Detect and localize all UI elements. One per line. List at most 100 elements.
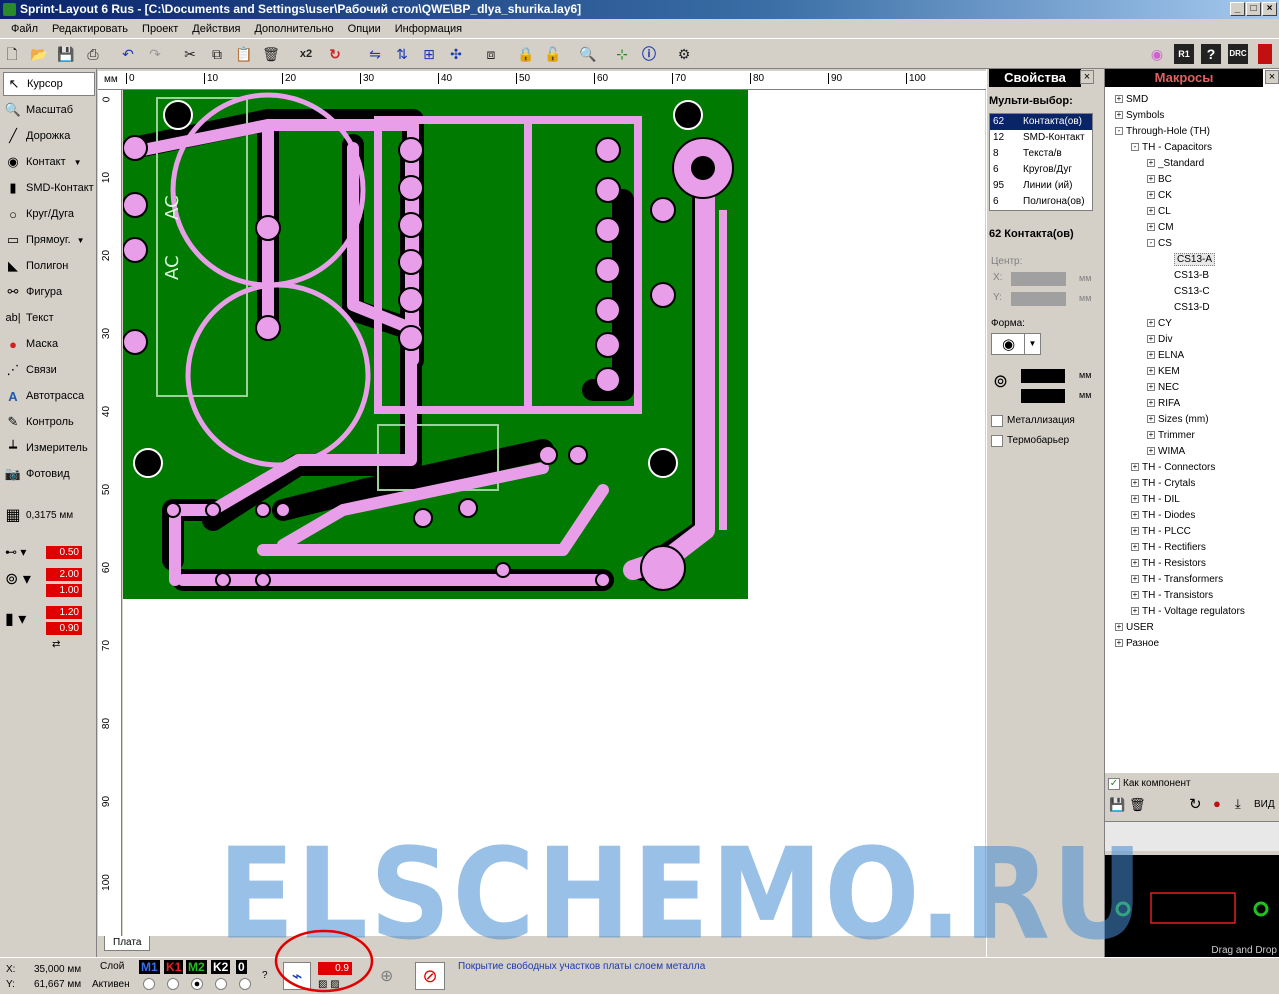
- menu-actions[interactable]: Действия: [185, 23, 247, 35]
- expand-icon[interactable]: +: [1147, 367, 1155, 376]
- zoom-area-icon[interactable]: ⊹: [612, 44, 632, 64]
- metallization-checkbox[interactable]: [991, 415, 1003, 427]
- tree-item[interactable]: + KEM: [1147, 366, 1180, 377]
- print-icon[interactable]: ⎙: [83, 44, 103, 64]
- tree-item[interactable]: + TH - Voltage regulators: [1131, 606, 1245, 617]
- tree-item[interactable]: - CS: [1147, 238, 1172, 249]
- undo-icon[interactable]: ↶: [118, 44, 138, 64]
- center-y-field[interactable]: [1011, 292, 1066, 306]
- menu-edit[interactable]: Редактировать: [45, 23, 135, 35]
- tool-track[interactable]: ╱ Дорожка: [3, 124, 95, 148]
- minimize-button[interactable]: _: [1230, 2, 1245, 16]
- close-icon[interactable]: ×: [1080, 70, 1094, 84]
- tool-measure[interactable]: ┷ Измеритель: [3, 436, 95, 460]
- tool-cursor[interactable]: ↖ Курсор: [3, 72, 95, 96]
- group-icon[interactable]: ⧈: [481, 44, 501, 64]
- shape-select[interactable]: ◉ ▼: [991, 333, 1041, 355]
- expand-icon[interactable]: +: [1147, 415, 1155, 424]
- mirror-v-icon[interactable]: ⇅: [392, 44, 412, 64]
- pad-inner-value[interactable]: 1.00: [46, 584, 82, 597]
- expand-icon[interactable]: +: [1147, 431, 1155, 440]
- save-icon[interactable]: 💾: [56, 44, 76, 64]
- pad-inner-field[interactable]: [1021, 389, 1065, 403]
- center-x-field[interactable]: [1011, 272, 1066, 286]
- expand-icon[interactable]: +: [1115, 623, 1123, 632]
- copy-icon[interactable]: ⧉: [207, 44, 227, 64]
- close-button[interactable]: ×: [1262, 2, 1277, 16]
- layer-o[interactable]: 0: [236, 960, 247, 974]
- layer-m2-radio[interactable]: [191, 978, 203, 990]
- tool-text[interactable]: ab| Текст: [3, 306, 95, 330]
- pcb-board[interactable]: AC AC: [123, 90, 748, 599]
- save-icon[interactable]: 💾: [1109, 797, 1125, 813]
- tree-item[interactable]: + TH - Resistors: [1131, 558, 1206, 569]
- as-component-checkbox[interactable]: ✓: [1108, 778, 1120, 790]
- chevron-down-icon[interactable]: ▼: [74, 158, 82, 167]
- expand-icon[interactable]: +: [1147, 399, 1155, 408]
- tree-item[interactable]: + Symbols: [1115, 110, 1164, 121]
- expand-icon[interactable]: +: [1147, 383, 1155, 392]
- chevron-down-icon[interactable]: ▼: [1024, 334, 1040, 354]
- tool-polygon[interactable]: ◣ Полигон: [3, 254, 95, 278]
- tree-item[interactable]: - TH - Capacitors: [1131, 142, 1212, 153]
- expand-icon[interactable]: +: [1131, 479, 1139, 488]
- collapse-icon[interactable]: -: [1147, 239, 1155, 248]
- tree-item[interactable]: + CY: [1147, 318, 1172, 329]
- grid-setting[interactable]: ▦ 0,3175 мм: [3, 503, 95, 527]
- snap-icon[interactable]: ✣: [446, 44, 466, 64]
- tool-rectangle[interactable]: ▭ Прямоуг. ▼: [3, 228, 95, 252]
- menu-extras[interactable]: Дополнительно: [247, 23, 340, 35]
- expand-icon[interactable]: +: [1147, 447, 1155, 456]
- view-label[interactable]: ВИД: [1254, 799, 1275, 810]
- tree-item[interactable]: + WIMA: [1147, 446, 1185, 457]
- expand-icon[interactable]: +: [1131, 543, 1139, 552]
- list-item[interactable]: 95 Линии (ий): [990, 178, 1092, 194]
- expand-icon[interactable]: +: [1131, 591, 1139, 600]
- new-file-icon[interactable]: 🗋: [2, 44, 22, 64]
- layer-k1-radio[interactable]: [167, 978, 179, 990]
- import-icon[interactable]: ⤓: [1235, 796, 1241, 812]
- rotate-icon[interactable]: ↻: [1189, 795, 1202, 813]
- tree-item[interactable]: + ELNA: [1147, 350, 1184, 361]
- expand-icon[interactable]: +: [1147, 159, 1155, 168]
- unlock-icon[interactable]: 🔓: [543, 44, 563, 64]
- cut-icon[interactable]: ✂: [180, 44, 200, 64]
- exit-icon[interactable]: [1258, 44, 1272, 64]
- layer-k1[interactable]: K1: [164, 960, 184, 974]
- tree-item[interactable]: + TH - Rectifiers: [1131, 542, 1206, 553]
- tree-item[interactable]: + TH - Transistors: [1131, 590, 1213, 601]
- maximize-button[interactable]: □: [1246, 2, 1261, 16]
- tree-item[interactable]: + CL: [1147, 206, 1171, 217]
- tool-autoroute[interactable]: A Автотрасса: [3, 384, 95, 408]
- list-item[interactable]: 8 Текста/в: [990, 146, 1092, 162]
- tree-item[interactable]: + TH - DIL: [1131, 494, 1180, 505]
- thermobarrier-checkbox[interactable]: [991, 435, 1003, 447]
- tree-item[interactable]: + SMD: [1115, 94, 1148, 105]
- tree-item[interactable]: + Разное: [1115, 638, 1159, 649]
- tree-item[interactable]: + CK: [1147, 190, 1172, 201]
- tool-connections[interactable]: ⋰ Связи: [3, 358, 95, 382]
- tree-item[interactable]: - Through-Hole (TH): [1115, 126, 1210, 137]
- menu-project[interactable]: Проект: [135, 23, 185, 35]
- tree-item[interactable]: CS13-C: [1163, 286, 1210, 297]
- list-item[interactable]: 6 Полигона(ов): [990, 194, 1092, 210]
- layer-m1-radio[interactable]: [143, 978, 155, 990]
- help-icon[interactable]: ?: [1201, 44, 1221, 64]
- r1-button[interactable]: R1: [1174, 44, 1194, 64]
- tree-item[interactable]: + RIFA: [1147, 398, 1180, 409]
- list-item[interactable]: 12 SMD-Контакт: [990, 130, 1092, 146]
- collapse-icon[interactable]: -: [1131, 143, 1139, 152]
- tab-board[interactable]: Плата: [104, 936, 151, 951]
- pad-preview-icon[interactable]: ◉: [1147, 44, 1167, 64]
- layer-m2[interactable]: M2: [186, 960, 207, 974]
- swap-icon[interactable]: ⇄: [52, 639, 60, 650]
- collapse-icon[interactable]: -: [1115, 127, 1123, 136]
- tree-item[interactable]: + TH - PLCC: [1131, 526, 1191, 537]
- tree-item[interactable]: + Trimmer: [1147, 430, 1195, 441]
- tree-item[interactable]: + Div: [1147, 334, 1172, 345]
- pad-outer-value[interactable]: 2.00: [46, 568, 82, 581]
- align-icon[interactable]: ⊞: [419, 44, 439, 64]
- duplicate-button[interactable]: x2: [296, 44, 316, 64]
- tool-shape[interactable]: ⚯ Фигура: [3, 280, 95, 304]
- tree-item[interactable]: CS13-A: [1163, 253, 1216, 266]
